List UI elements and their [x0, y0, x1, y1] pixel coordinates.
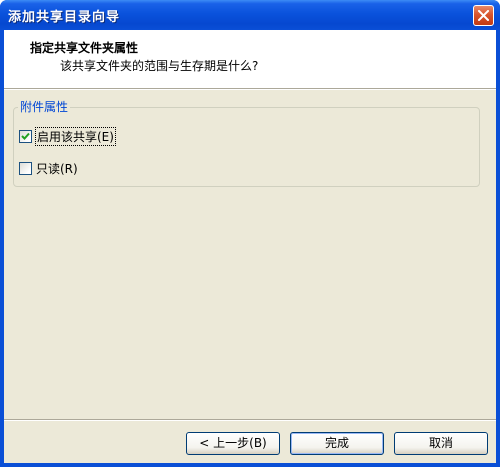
footer-separator	[4, 419, 496, 421]
finish-button[interactable]: 完成	[290, 432, 384, 455]
group-legend: 附件属性	[18, 98, 71, 115]
read-only-label: 只读(R)	[36, 161, 78, 176]
checkmark-icon	[21, 132, 30, 140]
back-button[interactable]: < 上一步(B)	[186, 432, 280, 455]
enable-share-checkbox[interactable]	[19, 129, 32, 143]
header-separator	[4, 88, 496, 90]
wizard-client-area: 指定共享文件夹属性 该共享文件夹的范围与生存期是什么? 附件属性 启用该共享(E…	[4, 30, 496, 463]
read-only-option[interactable]: 只读(R)	[19, 160, 78, 176]
title-bar[interactable]: 添加共享目录向导	[0, 0, 500, 30]
attachment-properties-group	[13, 107, 480, 187]
close-button[interactable]	[473, 5, 494, 26]
cancel-button[interactable]: 取消	[394, 432, 488, 455]
wizard-header: 指定共享文件夹属性 该共享文件夹的范围与生存期是什么?	[4, 30, 496, 88]
read-only-checkbox[interactable]	[19, 161, 32, 175]
enable-share-label: 启用该共享(E)	[35, 126, 116, 146]
close-icon	[478, 10, 489, 21]
header-subtitle: 该共享文件夹的范围与生存期是什么?	[60, 59, 259, 73]
window-title: 添加共享目录向导	[8, 10, 121, 25]
header-title: 指定共享文件夹属性	[30, 41, 139, 55]
enable-share-option[interactable]: 启用该共享(E)	[19, 126, 116, 146]
wizard-window: 添加共享目录向导 指定共享文件夹属性 该共享文件夹的范围与生存期是什么? 附件属…	[0, 0, 500, 467]
